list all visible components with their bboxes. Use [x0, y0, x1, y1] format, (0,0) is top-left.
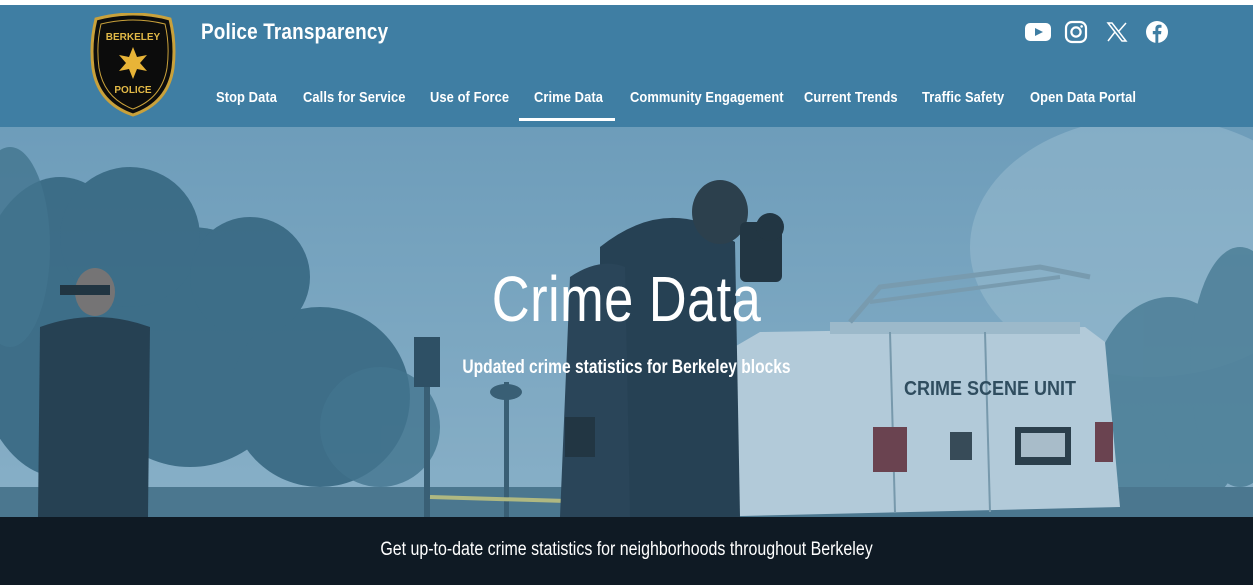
page: BERKELEY POLICE Police Transparency Stop… — [0, 0, 1253, 585]
nav-crime-data[interactable]: Crime Data — [534, 89, 603, 106]
nav-community-engagement[interactable]: Community Engagement — [630, 89, 784, 106]
nav-calls-for-service[interactable]: Calls for Service — [303, 89, 406, 106]
nav-use-of-force[interactable]: Use of Force — [430, 89, 509, 106]
hero-subtitle: Updated crime statistics for Berkeley bl… — [462, 357, 791, 378]
hero-banner: CRIME SCENE UNIT Crime Data Updated crim… — [0, 127, 1253, 517]
intro-text: Get up-to-date crime statistics for neig… — [380, 539, 873, 560]
instagram-icon[interactable] — [1064, 19, 1088, 45]
site-title[interactable]: Police Transparency — [201, 19, 388, 45]
nav-current-trends[interactable]: Current Trends — [804, 89, 898, 106]
main-nav: Stop Data Calls for Service Use of Force… — [0, 89, 1253, 111]
nav-open-data-portal[interactable]: Open Data Portal — [1030, 89, 1136, 106]
x-icon[interactable] — [1106, 19, 1128, 45]
facebook-icon[interactable] — [1145, 19, 1169, 45]
active-nav-underline — [519, 118, 615, 121]
nav-traffic-safety[interactable]: Traffic Safety — [922, 89, 1004, 106]
hero-title: Crime Data — [491, 263, 762, 335]
badge-top-text: BERKELEY — [106, 32, 161, 43]
intro-band: Get up-to-date crime statistics for neig… — [0, 517, 1253, 585]
site-header: BERKELEY POLICE Police Transparency Stop… — [0, 5, 1253, 127]
youtube-icon[interactable] — [1024, 19, 1052, 45]
nav-stop-data[interactable]: Stop Data — [216, 89, 277, 106]
